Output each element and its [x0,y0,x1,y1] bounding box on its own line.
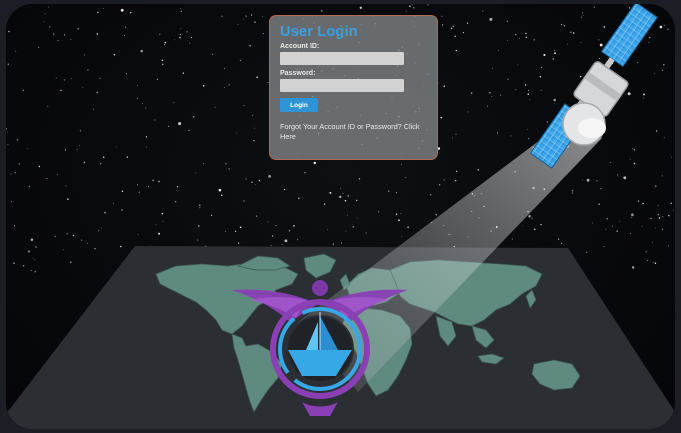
login-page: User Login Account ID: Password: Login F… [0,0,681,433]
space-background: User Login Account ID: Password: Login F… [6,4,675,429]
account-id-input[interactable] [280,52,404,65]
login-title: User Login [280,24,358,40]
account-id-label: Account ID: [280,43,320,50]
login-panel: User Login Account ID: Password: Login F… [269,15,438,160]
login-button[interactable]: Login [280,98,318,112]
password-label: Password: [280,70,316,77]
satellite-icon [529,4,658,169]
password-input[interactable] [280,79,404,92]
forgot-credentials-link[interactable]: Forgot Your Account ID or Password? Clic… [280,122,430,142]
